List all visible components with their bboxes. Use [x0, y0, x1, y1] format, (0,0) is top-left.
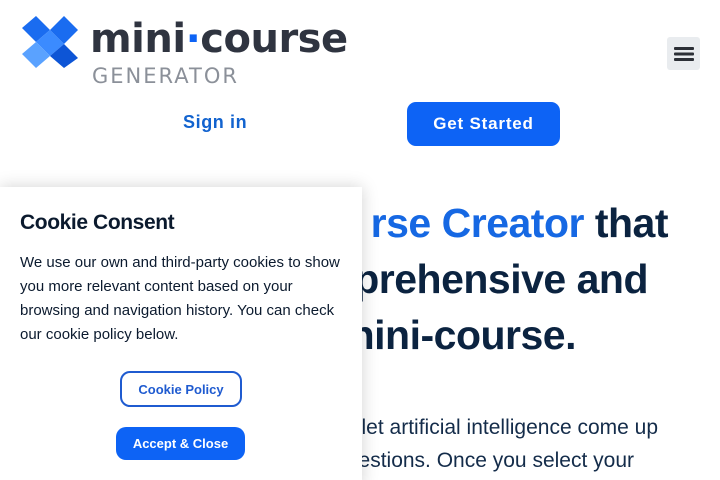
- logo-mark-icon: [22, 16, 78, 68]
- hero-body-line-2: estions. Once you select your: [358, 449, 634, 472]
- hero-heading-line-3: nini-course.: [349, 312, 577, 358]
- cookie-consent-text: We use our own and third-party cookies t…: [20, 254, 340, 343]
- logo-wordmark: mini·course: [90, 16, 348, 62]
- hero-heading-line-1: rse Creator that: [370, 200, 669, 246]
- cookie-policy-button[interactable]: Cookie Policy: [120, 371, 242, 407]
- hero-heading-accent: rse Creator: [370, 200, 585, 246]
- hero-body-line-1: let artificial intelligence come up: [361, 416, 658, 439]
- get-started-button[interactable]: Get Started: [407, 102, 560, 146]
- cookie-consent-title: Cookie Consent: [20, 211, 175, 234]
- logo-dot: ·: [185, 16, 201, 62]
- logo-subtitle: GENERATOR: [92, 64, 239, 88]
- hamburger-menu-icon: [673, 46, 694, 61]
- site-logo[interactable]: mini·course GENERATOR: [20, 14, 365, 90]
- cookie-consent-panel: Cookie Consent We use our own and third-…: [0, 187, 362, 480]
- accept-close-button[interactable]: Accept & Close: [116, 427, 245, 460]
- menu-toggle-button[interactable]: [667, 37, 700, 70]
- hero-heading-line-2: prehensive and: [354, 256, 648, 302]
- sign-in-link[interactable]: Sign in: [183, 112, 247, 133]
